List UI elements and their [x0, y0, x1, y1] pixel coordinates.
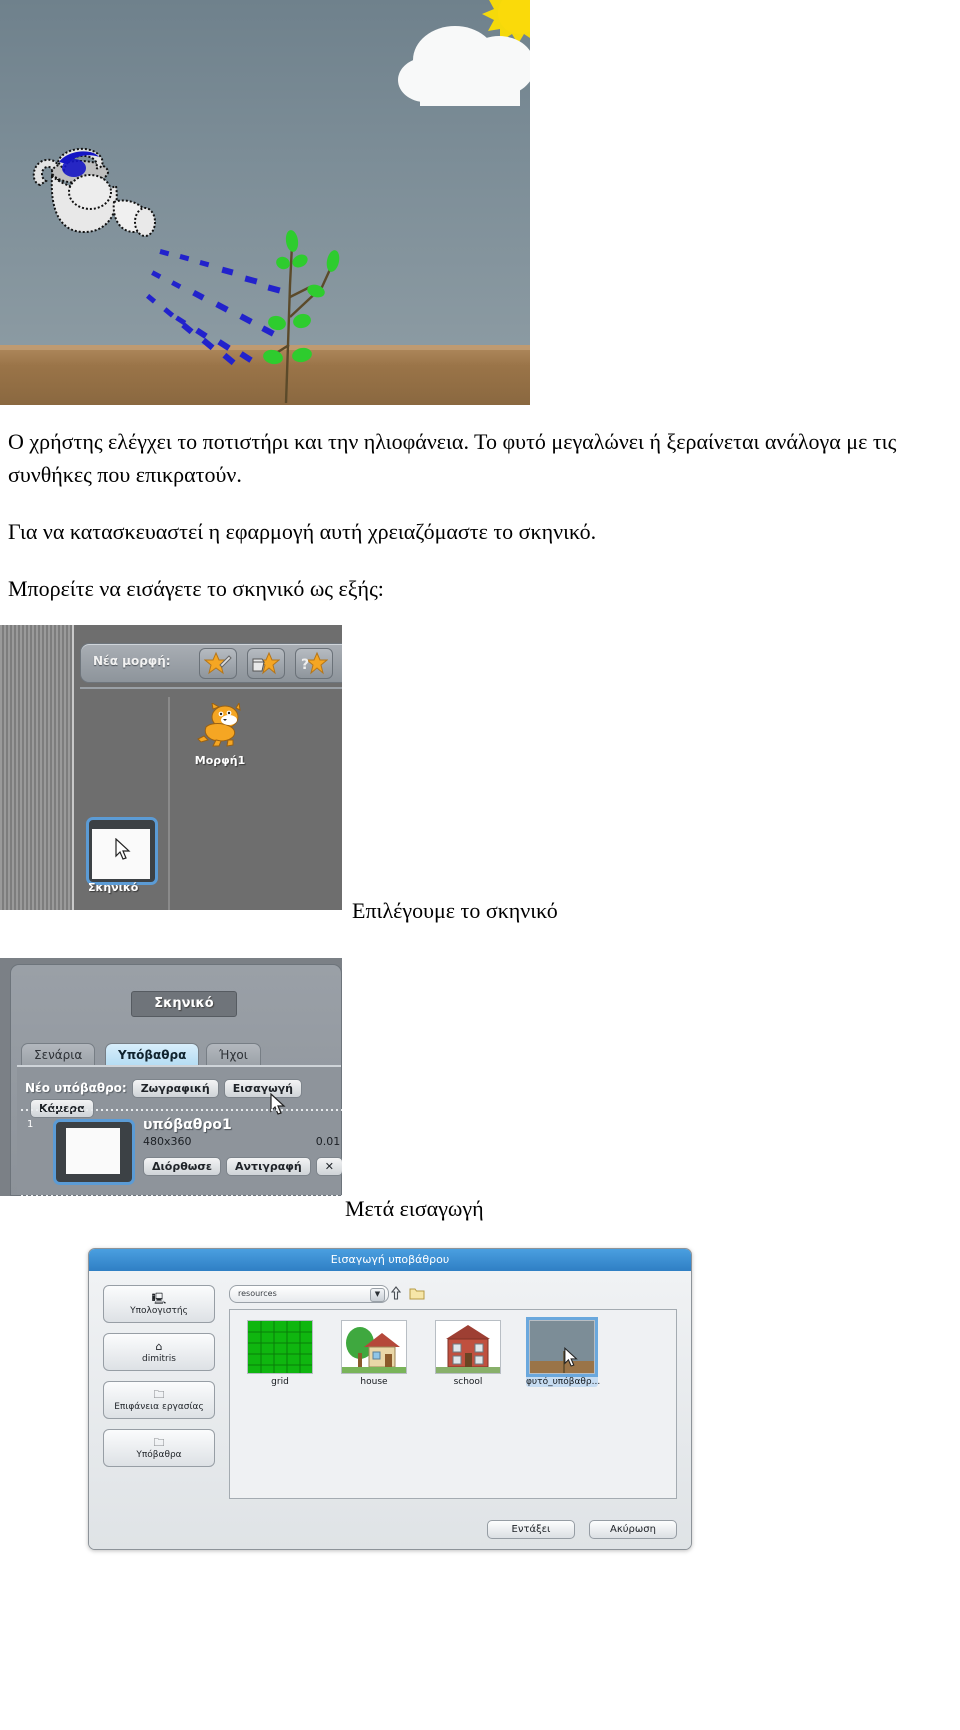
svg-text:?: ?	[301, 657, 309, 673]
random-new-sprite-button[interactable]: ?	[295, 648, 333, 679]
stage-title-field: Σκηνικό	[131, 991, 237, 1017]
sprite-divider	[168, 697, 170, 910]
star-brush-icon	[204, 651, 232, 675]
place-home[interactable]: ⌂ dimitris	[103, 1333, 215, 1371]
backdrop-thumb-canvas	[66, 1128, 120, 1174]
place-home-label: dimitris	[142, 1353, 176, 1364]
file-thumb-grid	[247, 1320, 313, 1374]
folder-star-icon	[252, 651, 280, 675]
paragraph-intro: Ο χρήστης ελέγχει το ποτιστήρι και την η…	[8, 429, 897, 487]
file-label-school: school	[453, 1377, 483, 1387]
computer-icon: 🖳	[151, 1291, 167, 1305]
dialog-places-list: 🖳 Υπολογιστής ⌂ dimitris 🗀 Επιφάνεια εργ…	[103, 1285, 215, 1477]
new-sprite-toolbar: Νέα μορφή: ?	[80, 643, 342, 683]
chevron-down-icon[interactable]: ▼	[370, 1288, 385, 1302]
scratch-sprite-panel-screenshot: Νέα μορφή: ? Μορφή1 Σκηνικό	[0, 625, 342, 910]
palette-stripes	[0, 625, 74, 910]
tab-backdrops[interactable]: Υπόβαθρα	[105, 1043, 200, 1066]
tab-bar: Σενάρια Υπόβαθρα Ήχοι	[21, 1043, 341, 1067]
question-star-icon: ?	[301, 651, 328, 675]
sprite-item-morfi1[interactable]: Μορφή1	[188, 701, 252, 767]
place-computer[interactable]: 🖳 Υπολογιστής	[103, 1285, 215, 1323]
caption-select-stage: Επιλέγουμε το σκηνικό	[352, 898, 558, 923]
file-thumbnail-grid: grid house school φυτό_υπόβαθρ...	[244, 1317, 601, 1387]
up-folder-icon[interactable]	[389, 1286, 403, 1300]
stage-thumb-label: Σκηνικό	[88, 881, 139, 894]
choose-new-sprite-button[interactable]	[247, 648, 285, 679]
backdrop-name: υπόβαθρο1	[143, 1117, 232, 1133]
new-sprite-label: Νέα μορφή:	[93, 654, 171, 668]
place-backdrops-label: Υπόβαθρα	[136, 1449, 182, 1460]
dialog-cancel-button[interactable]: Ακύρωση	[589, 1520, 677, 1539]
file-label-plant-backdrop: φυτό_υπόβαθρ...	[526, 1377, 601, 1387]
stage-thumb-canvas	[92, 829, 150, 879]
file-listbox[interactable]: grid house school φυτό_υπόβαθρ...	[229, 1309, 677, 1499]
new-backdrop-import-button[interactable]: Εισαγωγή	[223, 1079, 303, 1098]
separator-dotted-2	[21, 1195, 342, 1196]
stage-illustration	[0, 0, 530, 405]
path-row: resources ▼	[229, 1285, 677, 1303]
place-computer-label: Υπολογιστής	[130, 1305, 188, 1316]
place-backdrops[interactable]: 🗀 Υπόβαθρα	[103, 1429, 215, 1467]
place-desktop-label: Επιφάνεια εργασίας	[114, 1401, 204, 1412]
backdrop-filesize: 0.01 K	[315, 1135, 342, 1148]
backdrop-copy-button[interactable]: Αντιγραφή	[226, 1157, 311, 1176]
backdrop-index: 1	[27, 1119, 34, 1130]
file-item-grid[interactable]: grid	[244, 1320, 316, 1387]
new-backdrop-label: Νέο υπόβαθρο:	[25, 1081, 127, 1095]
backdrop-dimensions: 480x360	[143, 1135, 192, 1148]
scratch-cat-icon	[197, 701, 241, 747]
import-backdrop-dialog: Εισαγωγή υποβάθρου 🖳 Υπολογιστής ⌂ dimit…	[88, 1248, 692, 1550]
separator-dotted	[21, 1109, 342, 1111]
folder-icon: 🗀	[153, 1387, 165, 1401]
tab-sounds[interactable]: Ήχοι	[206, 1043, 261, 1066]
backdrop-list-item[interactable]: 1 υπόβαθρο1 480x360 0.01 K ΔιόρθωσεΑντιγ…	[21, 1117, 342, 1195]
file-thumb-school	[435, 1320, 501, 1374]
backdrop-delete-button[interactable]: ✕	[315, 1157, 342, 1176]
home-icon: ⌂	[155, 1339, 163, 1353]
file-item-plant-backdrop[interactable]: φυτό_υπόβαθρ...	[526, 1317, 601, 1387]
place-desktop[interactable]: 🗀 Επιφάνεια εργασίας	[103, 1381, 215, 1419]
new-backdrop-row: Νέο υπόβαθρο:ΖωγραφικήΕισαγωγήΚάμερα	[25, 1077, 341, 1118]
file-item-house[interactable]: house	[338, 1320, 410, 1387]
backdrop-edit-button[interactable]: Διόρθωσε	[143, 1157, 222, 1176]
caption-after-import: Μετά εισαγωγή	[345, 1196, 484, 1221]
paint-new-sprite-button[interactable]	[199, 648, 237, 679]
path-value: resources	[238, 1289, 277, 1298]
backdrop-thumbnail[interactable]	[53, 1119, 135, 1185]
file-thumb-house	[341, 1320, 407, 1374]
sprite-list-area: Μορφή1 Σκηνικό Σκηνικό (Σενάρια: 0)	[80, 687, 342, 910]
new-backdrop-paint-button[interactable]: Ζωγραφική	[131, 1079, 219, 1098]
folder-icon: 🗀	[153, 1435, 165, 1449]
file-label-house: house	[360, 1377, 388, 1387]
new-folder-icon[interactable]	[409, 1286, 425, 1300]
sprite-name-label: Μορφή1	[194, 754, 246, 767]
dialog-title: Εισαγωγή υποβάθρου	[89, 1249, 691, 1271]
dialog-ok-button[interactable]: Εντάξει	[487, 1520, 575, 1539]
stage-thumbnail[interactable]	[86, 817, 158, 885]
file-label-grid: grid	[271, 1377, 289, 1387]
scratch-backdrops-tab-screenshot: Σκηνικό Σενάρια Υπόβαθρα Ήχοι Νέο υπόβαθ…	[0, 958, 342, 1196]
backdrops-pane: Νέο υπόβαθρο:ΖωγραφικήΕισαγωγήΚάμερα 1 υ…	[17, 1065, 342, 1196]
path-combobox[interactable]: resources ▼	[229, 1285, 389, 1303]
file-item-school[interactable]: school	[432, 1320, 504, 1387]
plant-icon	[263, 230, 340, 404]
paragraph-how-to: Μπορείτε να εισάγετε το σκηνικό ως εξής:	[8, 576, 384, 601]
dialog-footer: Εντάξει Ακύρωση	[477, 1519, 677, 1539]
tab-scripts[interactable]: Σενάρια	[21, 1043, 96, 1066]
paragraph-need-stage: Για να κατασκευαστεί η εφαρμογή αυτή χρε…	[8, 519, 597, 544]
file-thumb-plant-backdrop	[526, 1317, 598, 1377]
